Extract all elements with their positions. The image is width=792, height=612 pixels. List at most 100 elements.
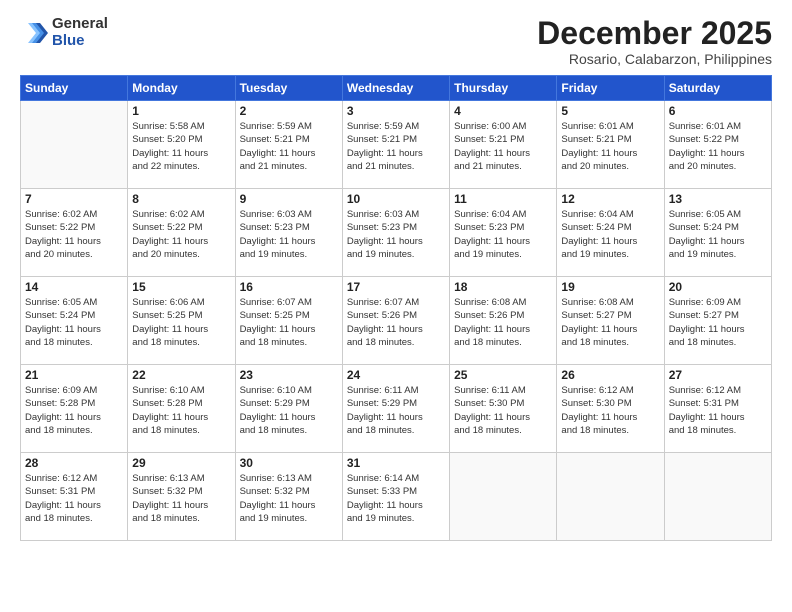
cell-content: Sunrise: 6:12 AM Sunset: 5:31 PM Dayligh…: [669, 384, 767, 437]
day-number: 17: [347, 280, 445, 294]
cell-content: Sunrise: 5:58 AM Sunset: 5:20 PM Dayligh…: [132, 120, 230, 173]
day-number: 12: [561, 192, 659, 206]
day-number: 23: [240, 368, 338, 382]
cell-content: Sunrise: 6:03 AM Sunset: 5:23 PM Dayligh…: [347, 208, 445, 261]
col-saturday: Saturday: [664, 76, 771, 101]
col-monday: Monday: [128, 76, 235, 101]
cell-content: Sunrise: 6:12 AM Sunset: 5:30 PM Dayligh…: [561, 384, 659, 437]
table-row: 4 Sunrise: 6:00 AM Sunset: 5:21 PM Daylig…: [450, 101, 557, 189]
day-number: 16: [240, 280, 338, 294]
cell-content: Sunrise: 6:01 AM Sunset: 5:21 PM Dayligh…: [561, 120, 659, 173]
table-row: 13Sunrise: 6:05 AM Sunset: 5:24 PM Dayli…: [664, 189, 771, 277]
table-row: [664, 453, 771, 541]
day-number: 19: [561, 280, 659, 294]
cell-content: Sunrise: 6:07 AM Sunset: 5:26 PM Dayligh…: [347, 296, 445, 349]
day-number: 21: [25, 368, 123, 382]
day-number: 15: [132, 280, 230, 294]
cell-content: Sunrise: 6:00 AM Sunset: 5:21 PM Dayligh…: [454, 120, 552, 173]
table-row: 6 Sunrise: 6:01 AM Sunset: 5:22 PM Daylig…: [664, 101, 771, 189]
cell-content: Sunrise: 5:59 AM Sunset: 5:21 PM Dayligh…: [240, 120, 338, 173]
cell-content: Sunrise: 5:59 AM Sunset: 5:21 PM Dayligh…: [347, 120, 445, 173]
table-row: 30Sunrise: 6:13 AM Sunset: 5:32 PM Dayli…: [235, 453, 342, 541]
day-number: 5: [561, 104, 659, 118]
table-row: 26 Sunrise: 6:12 AM Sunset: 5:30 PM Dayli…: [557, 365, 664, 453]
col-thursday: Thursday: [450, 76, 557, 101]
day-number: 2: [240, 104, 338, 118]
cell-content: Sunrise: 6:06 AM Sunset: 5:25 PM Dayligh…: [132, 296, 230, 349]
table-row: 2 Sunrise: 5:59 AM Sunset: 5:21 PM Daylig…: [235, 101, 342, 189]
calendar-week-row: 1 Sunrise: 5:58 AM Sunset: 5:20 PM Daylig…: [21, 101, 772, 189]
day-number: 24: [347, 368, 445, 382]
table-row: 17 Sunrise: 6:07 AM Sunset: 5:26 PM Dayli…: [342, 277, 449, 365]
table-row: 10 Sunrise: 6:03 AM Sunset: 5:23 PM Dayli…: [342, 189, 449, 277]
table-row: 31Sunrise: 6:14 AM Sunset: 5:33 PM Dayli…: [342, 453, 449, 541]
table-row: 23 Sunrise: 6:10 AM Sunset: 5:29 PM Dayli…: [235, 365, 342, 453]
cell-content: Sunrise: 6:12 AM Sunset: 5:31 PM Dayligh…: [25, 472, 123, 525]
cell-content: Sunrise: 6:10 AM Sunset: 5:29 PM Dayligh…: [240, 384, 338, 437]
table-row: 19 Sunrise: 6:08 AM Sunset: 5:27 PM Dayli…: [557, 277, 664, 365]
table-row: 5 Sunrise: 6:01 AM Sunset: 5:21 PM Daylig…: [557, 101, 664, 189]
calendar-table: Sunday Monday Tuesday Wednesday Thursday…: [20, 75, 772, 541]
logo-icon: [20, 19, 48, 47]
title-area: December 2025 Rosario, Calabarzon, Phili…: [537, 16, 772, 67]
cell-content: Sunrise: 6:05 AM Sunset: 5:24 PM Dayligh…: [25, 296, 123, 349]
day-number: 25: [454, 368, 552, 382]
day-number: 1: [132, 104, 230, 118]
calendar-week-row: 28 Sunrise: 6:12 AM Sunset: 5:31 PM Dayli…: [21, 453, 772, 541]
cell-content: Sunrise: 6:13 AM Sunset: 5:32 PM Dayligh…: [240, 472, 338, 525]
table-row: 11Sunrise: 6:04 AM Sunset: 5:23 PM Dayli…: [450, 189, 557, 277]
month-title: December 2025: [537, 16, 772, 51]
table-row: 7Sunrise: 6:02 AM Sunset: 5:22 PM Daylig…: [21, 189, 128, 277]
logo-text: General Blue: [52, 16, 108, 49]
cell-content: Sunrise: 6:11 AM Sunset: 5:29 PM Dayligh…: [347, 384, 445, 437]
col-tuesday: Tuesday: [235, 76, 342, 101]
day-number: 26: [561, 368, 659, 382]
location: Rosario, Calabarzon, Philippines: [537, 51, 772, 67]
calendar-week-row: 21 Sunrise: 6:09 AM Sunset: 5:28 PM Dayli…: [21, 365, 772, 453]
table-row: 15 Sunrise: 6:06 AM Sunset: 5:25 PM Dayli…: [128, 277, 235, 365]
table-row: 9 Sunrise: 6:03 AM Sunset: 5:23 PM Daylig…: [235, 189, 342, 277]
col-sunday: Sunday: [21, 76, 128, 101]
table-row: 24 Sunrise: 6:11 AM Sunset: 5:29 PM Dayli…: [342, 365, 449, 453]
day-number: 22: [132, 368, 230, 382]
day-number: 27: [669, 368, 767, 382]
calendar-week-row: 7Sunrise: 6:02 AM Sunset: 5:22 PM Daylig…: [21, 189, 772, 277]
day-number: 9: [240, 192, 338, 206]
cell-content: Sunrise: 6:10 AM Sunset: 5:28 PM Dayligh…: [132, 384, 230, 437]
table-row: 14 Sunrise: 6:05 AM Sunset: 5:24 PM Dayli…: [21, 277, 128, 365]
header: General Blue December 2025 Rosario, Cala…: [20, 16, 772, 67]
cell-content: Sunrise: 6:01 AM Sunset: 5:22 PM Dayligh…: [669, 120, 767, 173]
cell-content: Sunrise: 6:02 AM Sunset: 5:22 PM Dayligh…: [25, 208, 123, 261]
col-wednesday: Wednesday: [342, 76, 449, 101]
table-row: 16 Sunrise: 6:07 AM Sunset: 5:25 PM Dayli…: [235, 277, 342, 365]
table-row: 27 Sunrise: 6:12 AM Sunset: 5:31 PM Dayli…: [664, 365, 771, 453]
day-number: 6: [669, 104, 767, 118]
logo-blue-text: Blue: [52, 33, 108, 50]
cell-content: Sunrise: 6:07 AM Sunset: 5:25 PM Dayligh…: [240, 296, 338, 349]
table-row: 29Sunrise: 6:13 AM Sunset: 5:32 PM Dayli…: [128, 453, 235, 541]
cell-content: Sunrise: 6:03 AM Sunset: 5:23 PM Dayligh…: [240, 208, 338, 261]
logo: General Blue: [20, 16, 108, 49]
day-number: 4: [454, 104, 552, 118]
cell-content: Sunrise: 6:05 AM Sunset: 5:24 PM Dayligh…: [669, 208, 767, 261]
day-number: 31: [347, 456, 445, 470]
table-row: 22 Sunrise: 6:10 AM Sunset: 5:28 PM Dayli…: [128, 365, 235, 453]
day-number: 28: [25, 456, 123, 470]
cell-content: Sunrise: 6:04 AM Sunset: 5:24 PM Dayligh…: [561, 208, 659, 261]
day-number: 10: [347, 192, 445, 206]
table-row: 12 Sunrise: 6:04 AM Sunset: 5:24 PM Dayli…: [557, 189, 664, 277]
cell-content: Sunrise: 6:08 AM Sunset: 5:27 PM Dayligh…: [561, 296, 659, 349]
calendar-header-row: Sunday Monday Tuesday Wednesday Thursday…: [21, 76, 772, 101]
cell-content: Sunrise: 6:08 AM Sunset: 5:26 PM Dayligh…: [454, 296, 552, 349]
cell-content: Sunrise: 6:09 AM Sunset: 5:27 PM Dayligh…: [669, 296, 767, 349]
col-friday: Friday: [557, 76, 664, 101]
day-number: 14: [25, 280, 123, 294]
table-row: 25Sunrise: 6:11 AM Sunset: 5:30 PM Dayli…: [450, 365, 557, 453]
table-row: [21, 101, 128, 189]
table-row: 20Sunrise: 6:09 AM Sunset: 5:27 PM Dayli…: [664, 277, 771, 365]
day-number: 18: [454, 280, 552, 294]
table-row: 1 Sunrise: 5:58 AM Sunset: 5:20 PM Daylig…: [128, 101, 235, 189]
cell-content: Sunrise: 6:09 AM Sunset: 5:28 PM Dayligh…: [25, 384, 123, 437]
table-row: 18 Sunrise: 6:08 AM Sunset: 5:26 PM Dayli…: [450, 277, 557, 365]
day-number: 8: [132, 192, 230, 206]
